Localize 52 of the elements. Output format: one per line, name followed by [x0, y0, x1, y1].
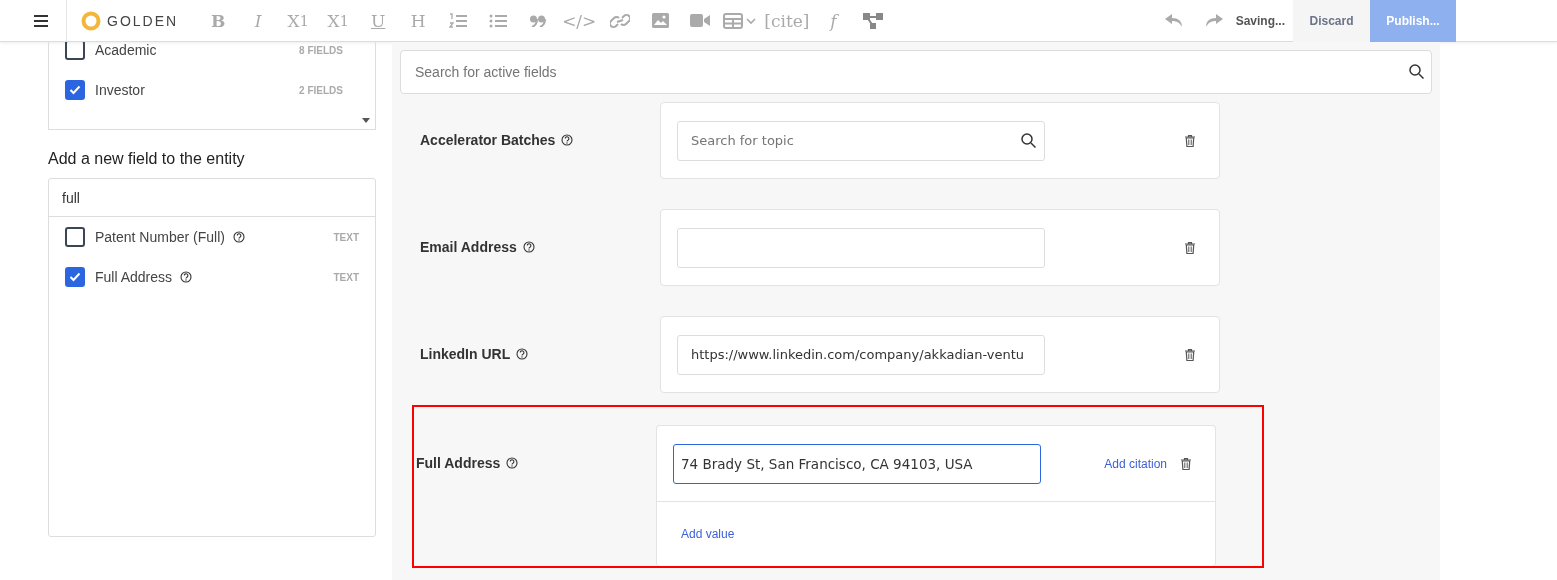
logo-text: GOLDEN — [107, 12, 179, 29]
help-icon[interactable] — [561, 133, 574, 146]
search-icon[interactable] — [1409, 64, 1424, 79]
add-citation-link[interactable]: Add citation — [1104, 456, 1167, 471]
text-input[interactable]: https://www.linkedin.com/company/akkadian-ventu — [677, 334, 1045, 375]
format-button[interactable]: U — [358, 5, 399, 36]
field-type: TEXT — [333, 271, 359, 283]
section-heading: Add a new field to the entity — [48, 150, 246, 168]
field-label: Patent Number (Full) — [95, 229, 225, 245]
topic-search-field[interactable]: Search for topic — [677, 120, 1045, 161]
format-button[interactable]: f — [813, 5, 854, 36]
search-icon[interactable] — [1021, 132, 1036, 148]
help-icon[interactable] — [180, 271, 193, 283]
field-count: 2 FIELDS — [299, 84, 344, 96]
checkbox[interactable] — [65, 42, 85, 60]
save-status: Saving... — [1235, 13, 1285, 28]
help-icon[interactable] — [516, 347, 529, 360]
checkbox[interactable] — [65, 267, 85, 287]
scroll-down-icon[interactable] — [362, 118, 370, 123]
format-button[interactable]: </> — [558, 5, 601, 36]
template-label: Academic — [95, 42, 157, 58]
help-icon[interactable] — [232, 231, 245, 243]
discard-button[interactable]: Discard — [1293, 0, 1370, 42]
field-name: Full Address — [416, 454, 501, 471]
help-icon[interactable] — [506, 456, 519, 469]
check-icon — [69, 85, 81, 95]
trash-icon[interactable] — [1185, 134, 1195, 147]
checkbox[interactable] — [65, 227, 85, 247]
help-icon[interactable] — [522, 240, 535, 253]
text-input[interactable]: 74 Brady St, San Francisco, CA 94103, USA — [673, 443, 1041, 484]
format-button[interactable]: B — [198, 5, 239, 36]
format-button[interactable]: [cite] — [760, 5, 814, 36]
field-count: 8 FIELDS — [299, 44, 344, 56]
search-field[interactable]: Search for active fields — [400, 50, 1432, 94]
field-name: LinkedIn URL — [420, 345, 511, 362]
trash-icon[interactable] — [1185, 241, 1195, 254]
field-search-input[interactable]: full — [49, 179, 375, 217]
logo-icon — [81, 10, 101, 31]
checkbox[interactable] — [65, 80, 85, 100]
publish-button[interactable]: Publish... — [1370, 0, 1456, 42]
trash-icon[interactable] — [1185, 348, 1195, 361]
format-button[interactable]: I — [238, 5, 279, 36]
format-button[interactable]: H — [398, 5, 439, 36]
add-value-link[interactable]: Add value — [681, 527, 735, 541]
field-type: TEXT — [333, 231, 359, 243]
field-name: Email Address — [420, 238, 517, 255]
field-name: Accelerator Batches — [420, 131, 556, 148]
template-label: Investor — [95, 82, 145, 98]
field-label: Full Address — [95, 269, 173, 285]
text-input[interactable] — [677, 227, 1045, 268]
trash-icon[interactable] — [1181, 457, 1191, 470]
check-icon — [69, 272, 81, 282]
